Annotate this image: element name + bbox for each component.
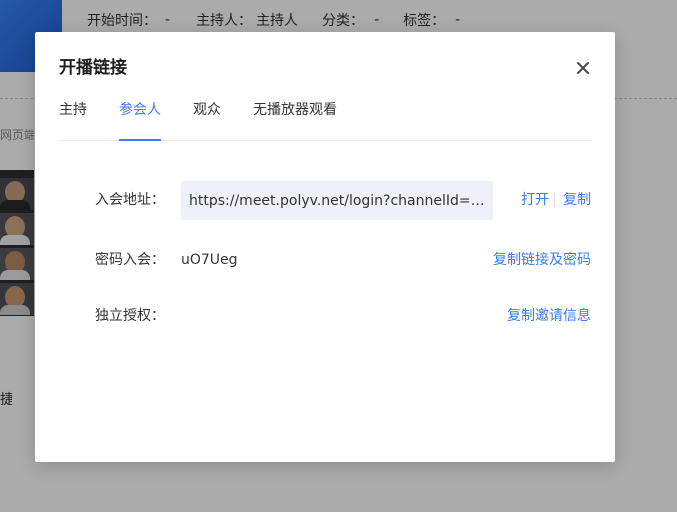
tab-no-player[interactable]: 无播放器观看 [253, 100, 337, 140]
dialog-title: 开播链接 [59, 58, 127, 78]
broadcast-link-dialog: 开播链接 主持 参会人 观众 无播放器观看 入会地址： https://meet… [35, 32, 615, 462]
join-address-value: https://meet.polyv.net/login?channelId=5… [189, 192, 485, 209]
open-link-button[interactable]: 打开 [521, 190, 549, 210]
password-value: uO7Ueg [181, 252, 238, 268]
close-icon [577, 62, 589, 74]
link-tabs: 主持 参会人 观众 无播放器观看 [59, 100, 591, 141]
password-label: 密码入会： [95, 252, 165, 268]
independent-auth-label: 独立授权： [95, 308, 165, 324]
tab-host[interactable]: 主持 [59, 100, 87, 140]
tab-audience-label: 观众 [193, 102, 221, 118]
copy-link-and-password-button[interactable]: 复制链接及密码 [493, 250, 591, 270]
tab-participants-label: 参会人 [119, 102, 161, 118]
copy-invite-info-button[interactable]: 复制邀请信息 [507, 306, 591, 326]
tab-no-player-label: 无播放器观看 [253, 102, 337, 118]
join-address-label: 入会地址： [95, 192, 165, 208]
copy-link-button[interactable]: 复制 [563, 190, 591, 210]
tab-audience[interactable]: 观众 [193, 100, 221, 140]
close-button[interactable] [573, 58, 593, 78]
tab-host-label: 主持 [59, 102, 87, 118]
active-tab-indicator [119, 139, 161, 141]
join-address-field[interactable]: https://meet.polyv.net/login?channelId=5… [181, 181, 493, 220]
link-separator [554, 193, 555, 207]
tab-participants[interactable]: 参会人 [119, 100, 161, 141]
